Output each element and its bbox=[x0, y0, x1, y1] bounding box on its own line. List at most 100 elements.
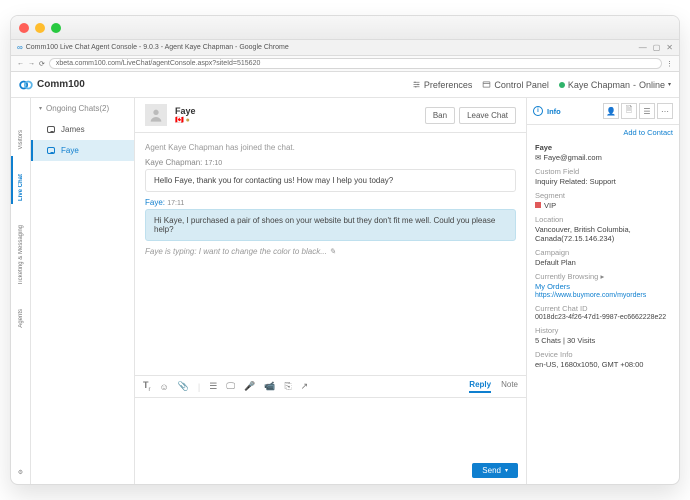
device-value: en-US, 1680x1050, GMT +08:00 bbox=[535, 360, 671, 369]
browsing-url[interactable]: https://www.buymore.com/myorders bbox=[535, 292, 671, 299]
visitor-badges: 🇨🇦 ● bbox=[175, 116, 196, 124]
compose-toolbar: Tr ☺ 📎 | ☰ 🖵 🎤 📹 ⎘ ↗ Reply Note bbox=[135, 376, 526, 398]
nav-visitors[interactable]: Visitors bbox=[18, 118, 24, 162]
window-close[interactable] bbox=[19, 23, 29, 33]
system-message: Agent Kaye Chapman has joined the chat. bbox=[145, 143, 516, 152]
attachment-icon[interactable]: 📎 bbox=[178, 381, 189, 392]
chatid-value: 0018dc23-4f26-47d1-9987-ec6662228e22 bbox=[535, 314, 671, 321]
cobrowse-icon[interactable]: ⎘ bbox=[284, 381, 291, 392]
chevron-down-icon: ▾ bbox=[39, 105, 42, 112]
agent-status[interactable]: Kaye Chapman-Online ▾ bbox=[559, 80, 671, 90]
conversation-header: Faye 🇨🇦 ● Ban Leave Chat bbox=[135, 98, 526, 133]
chatid-label: Current Chat ID bbox=[535, 304, 671, 313]
control-panel-link[interactable]: Control Panel bbox=[482, 80, 549, 90]
video-icon[interactable]: 📹 bbox=[264, 381, 275, 392]
nav-back-icon[interactable]: ← bbox=[17, 60, 24, 67]
nav-indicator bbox=[11, 156, 13, 204]
chat-item-james[interactable]: James bbox=[31, 119, 134, 140]
minimize-icon[interactable]: — bbox=[639, 43, 647, 52]
location-label: Location bbox=[535, 215, 671, 224]
typing-indicator: Faye is typing: I want to change the col… bbox=[145, 247, 516, 256]
browsing-page[interactable]: My Orders bbox=[535, 282, 671, 291]
translate-icon[interactable]: Tr bbox=[143, 380, 151, 393]
window: ∞ Comm100 Live Chat Agent Console - 9.0.… bbox=[10, 15, 680, 485]
address-bar: ← → ⟳ xbeta.comm100.com/LiveChat/agentCo… bbox=[11, 56, 679, 72]
info-name: Faye bbox=[535, 143, 671, 152]
device-label: Device Info bbox=[535, 350, 671, 359]
add-to-contact[interactable]: Add to Contact bbox=[527, 125, 679, 140]
custom-field-value: Inquiry Related: Support bbox=[535, 177, 671, 186]
compose-input[interactable] bbox=[135, 398, 526, 454]
nav-agents[interactable]: Agents bbox=[18, 297, 24, 340]
window-minimize[interactable] bbox=[35, 23, 45, 33]
nav-ticketing[interactable]: Ticketing & Messaging bbox=[18, 213, 24, 297]
location-value: Vancouver, British Columbia, Canada(72.1… bbox=[535, 225, 671, 243]
emoji-icon[interactable]: ☺ bbox=[160, 382, 169, 392]
visitor-message: Hi Kaye, I purchased a pair of shoes on … bbox=[145, 209, 516, 241]
main-area: Visitors Live Chat Ticketing & Messaging… bbox=[11, 98, 679, 484]
browser-tab-bar: ∞ Comm100 Live Chat Agent Console - 9.0.… bbox=[11, 40, 679, 56]
chat-bubble-icon bbox=[47, 126, 55, 133]
restore-icon[interactable]: ▢ bbox=[653, 43, 661, 52]
info-email: ✉ Faye@gmail.com bbox=[535, 153, 671, 162]
chat-list: ▾ Ongoing Chats(2) James Faye bbox=[31, 98, 135, 484]
more-tools-icon[interactable]: ↗ bbox=[301, 381, 309, 392]
browsing-label: Currently Browsing ▸ bbox=[535, 272, 671, 281]
custom-field-label: Custom Field bbox=[535, 167, 671, 176]
divider: | bbox=[198, 382, 200, 392]
chat-list-header[interactable]: ▾ Ongoing Chats(2) bbox=[31, 98, 134, 119]
close-icon[interactable]: ✕ bbox=[666, 43, 673, 52]
conversation-panel: Faye 🇨🇦 ● Ban Leave Chat Agent Kaye Chap… bbox=[135, 98, 527, 484]
chevron-down-icon: ▾ bbox=[505, 467, 508, 474]
agent-line-label: Kaye Chapman: 17:10 bbox=[145, 158, 516, 167]
compose-area: Tr ☺ 📎 | ☰ 🖵 🎤 📹 ⎘ ↗ Reply Note bbox=[135, 375, 526, 484]
app-header: Comm100 Preferences Control Panel Kaye C… bbox=[11, 72, 679, 98]
campaign-label: Campaign bbox=[535, 248, 671, 257]
url-field[interactable]: xbeta.comm100.com/LiveChat/agentConsole.… bbox=[49, 58, 662, 69]
history-label: History bbox=[535, 326, 671, 335]
app-name: Comm100 bbox=[37, 79, 85, 90]
vertical-nav: Visitors Live Chat Ticketing & Messaging… bbox=[11, 98, 31, 484]
panel-icon bbox=[482, 80, 491, 89]
status-dot-icon bbox=[559, 82, 565, 88]
window-maximize[interactable] bbox=[51, 23, 61, 33]
canned-icon[interactable]: ☰ bbox=[209, 381, 217, 392]
campaign-value: Default Plan bbox=[535, 258, 671, 267]
chevron-down-icon: ▾ bbox=[668, 81, 671, 88]
favicon: ∞ bbox=[17, 43, 23, 52]
compose-tab-note[interactable]: Note bbox=[501, 380, 518, 393]
canned-panel-icon[interactable]: ☰ bbox=[639, 103, 655, 119]
segment-label: Segment bbox=[535, 191, 671, 200]
message-list: Agent Kaye Chapman has joined the chat. … bbox=[135, 133, 526, 375]
send-button[interactable]: Send ▾ bbox=[472, 463, 518, 478]
ban-button[interactable]: Ban bbox=[425, 107, 455, 124]
browser-tab[interactable]: ∞ Comm100 Live Chat Agent Console - 9.0.… bbox=[17, 43, 289, 52]
agent-message: Hello Faye, thank you for contacting us!… bbox=[145, 169, 516, 192]
nav-forward-icon[interactable]: → bbox=[28, 60, 35, 67]
audio-icon[interactable]: 🎤 bbox=[244, 381, 255, 392]
contact-icon[interactable]: 👤 bbox=[603, 103, 619, 119]
more-icon[interactable]: ⋯ bbox=[657, 103, 673, 119]
info-panel: i Info 👤 🗎 ☰ ⋯ Add to Contact Faye ✉ Fay… bbox=[527, 98, 679, 484]
window-controls: — ▢ ✕ bbox=[639, 43, 673, 52]
mac-titlebar bbox=[11, 16, 679, 40]
vip-badge-icon bbox=[535, 202, 541, 208]
wrap-icon[interactable]: 🗎 bbox=[621, 103, 637, 119]
app-logo[interactable]: Comm100 bbox=[19, 78, 85, 92]
chat-bubble-icon bbox=[47, 147, 55, 154]
chat-item-faye[interactable]: Faye bbox=[31, 140, 134, 161]
visitor-line-label: Faye: 17:11 bbox=[145, 198, 516, 207]
screenshot-icon[interactable]: 🖵 bbox=[226, 381, 235, 392]
nav-reload-icon[interactable]: ⟳ bbox=[39, 60, 45, 68]
nav-live-chat[interactable]: Live Chat bbox=[18, 162, 24, 213]
leave-chat-button[interactable]: Leave Chat bbox=[459, 107, 516, 124]
compose-tab-reply[interactable]: Reply bbox=[469, 380, 491, 393]
tab-title: Comm100 Live Chat Agent Console - 9.0.3 … bbox=[26, 44, 289, 51]
info-header: i Info 👤 🗎 ☰ ⋯ bbox=[527, 98, 679, 125]
settings-gear-icon[interactable]: ⚙ bbox=[18, 469, 23, 476]
visitor-name: Faye bbox=[175, 106, 196, 116]
preferences-link[interactable]: Preferences bbox=[412, 80, 473, 90]
visitor-avatar bbox=[145, 104, 167, 126]
browser-menu-icon[interactable]: ⋮ bbox=[666, 60, 673, 68]
info-icon: i bbox=[533, 106, 543, 116]
